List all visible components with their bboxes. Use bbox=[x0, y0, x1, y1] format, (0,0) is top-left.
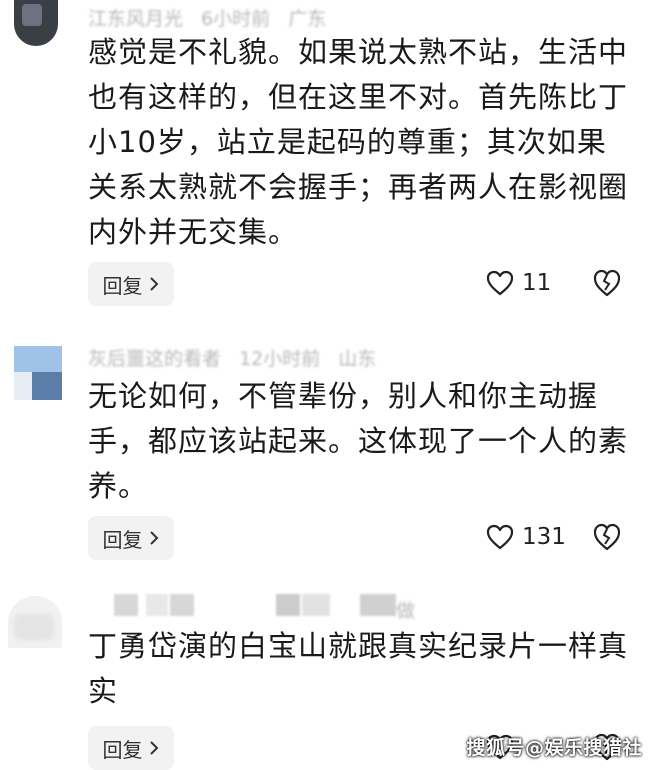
comment-location: 山东 bbox=[338, 348, 377, 370]
comment-time: 12小时前 bbox=[239, 348, 321, 370]
broken-heart-icon[interactable] bbox=[592, 522, 622, 552]
avatar[interactable] bbox=[8, 596, 62, 648]
reply-button[interactable]: 回复 bbox=[88, 726, 174, 770]
comment-meta: 灰后噩这的看者 12小时前 山东 bbox=[88, 344, 376, 371]
chevron-right-icon bbox=[149, 531, 158, 545]
author-name[interactable]: 灰后噩这的看者 bbox=[88, 348, 221, 370]
heart-outline-icon bbox=[486, 270, 514, 296]
watermark: 搜狐号@娱乐搜猎社 bbox=[466, 737, 642, 759]
like-count: 131 bbox=[522, 524, 566, 550]
reply-label: 回复 bbox=[102, 737, 143, 762]
reply-button[interactable]: 回复 bbox=[88, 516, 174, 560]
chevron-right-icon bbox=[149, 277, 158, 291]
comment-meta: 江东风月光 6小时前 广东 bbox=[88, 4, 326, 31]
avatar[interactable] bbox=[14, 346, 62, 402]
chevron-right-icon bbox=[149, 741, 158, 755]
comment-location: 广东 bbox=[288, 8, 327, 30]
reply-button[interactable]: 回复 bbox=[88, 262, 174, 306]
like-button[interactable]: 11 bbox=[486, 270, 551, 296]
author-suffix: 做 bbox=[396, 600, 416, 622]
broken-heart-icon[interactable] bbox=[592, 268, 622, 298]
reply-label: 回复 bbox=[102, 527, 143, 552]
comment-text: 无论如何，不管辈份，别人和你主动握手，都应该站起来。这体现了一个人的素养。 bbox=[88, 379, 629, 503]
reply-label: 回复 bbox=[102, 273, 143, 298]
like-count: 11 bbox=[522, 270, 552, 296]
heart-outline-icon bbox=[486, 524, 514, 550]
comment-text: 丁勇岱演的白宝山就跟真实纪录片一样真实 bbox=[88, 629, 629, 708]
avatar[interactable] bbox=[14, 0, 58, 46]
comment-time: 6小时前 bbox=[201, 8, 271, 30]
author-name[interactable]: 江东风月光 bbox=[88, 8, 183, 30]
comment-text: 感觉是不礼貌。如果说太熟不站，生活中也有这样的，但在这里不对。首先陈比丁小10岁… bbox=[88, 35, 629, 249]
like-button[interactable]: 131 bbox=[486, 524, 566, 550]
